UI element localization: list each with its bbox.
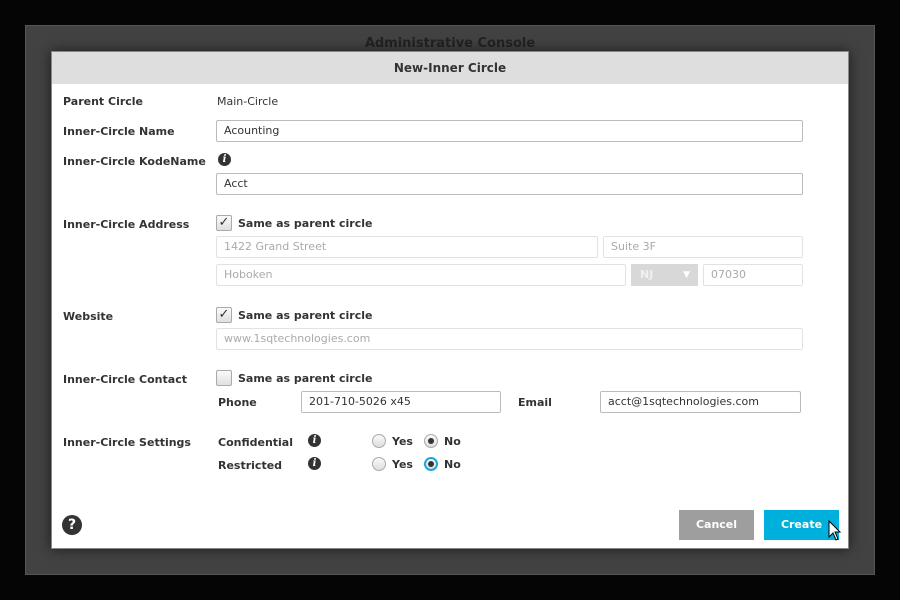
confidential-no-label: No [444,435,461,448]
parent-circle-value: Main-Circle [217,95,279,108]
confidential-label: Confidential [218,436,294,449]
website-label: Website [63,310,114,323]
contact-same-checkbox[interactable] [216,370,232,386]
name-label: Inner-Circle Name [63,125,175,138]
new-inner-circle-dialog: New-Inner Circle Parent Circle Main-Circ… [51,51,849,549]
state-value: NJ [640,268,654,281]
state-select[interactable]: NJ ▼ [631,264,698,286]
suite-input[interactable]: Suite 3F [603,236,803,258]
website-same-checkbox[interactable]: ✓ [216,307,232,323]
restricted-yes-label: Yes [392,458,413,471]
restricted-no-label: No [444,458,461,471]
restricted-label: Restricted [218,459,283,472]
street-input[interactable]: 1422 Grand Street [216,236,598,258]
phone-label: Phone [218,396,257,409]
question-circle-icon[interactable]: ? [62,515,82,535]
address-same-label: Same as parent circle [238,217,373,230]
phone-input[interactable]: 201-710-5026 x45 [301,391,501,413]
settings-label: Inner-Circle Settings [63,436,191,449]
restricted-no-radio[interactable] [424,457,438,471]
dialog-title: New-Inner Circle [52,52,848,84]
address-label: Inner-Circle Address [63,218,190,231]
kodename-label: Inner-Circle KodeName [63,155,206,168]
website-same-label: Same as parent circle [238,309,373,322]
email-input[interactable]: acct@1sqtechnologies.com [600,391,801,413]
confidential-yes-radio[interactable] [372,434,386,448]
confidential-info-icon[interactable]: i [308,434,321,447]
city-input[interactable]: Hoboken [216,264,626,286]
mouse-cursor-icon [828,520,842,541]
info-icon[interactable]: i [218,153,231,166]
restricted-info-icon[interactable]: i [308,457,321,470]
console-title: Administrative Console [364,36,536,51]
cancel-button[interactable]: Cancel [679,510,754,540]
contact-same-label: Same as parent circle [238,372,373,385]
restricted-yes-radio[interactable] [372,457,386,471]
confidential-yes-label: Yes [392,435,413,448]
zip-input[interactable]: 07030 [703,264,803,286]
contact-label: Inner-Circle Contact [63,373,187,386]
email-label: Email [518,396,552,409]
confidential-no-radio[interactable] [424,434,438,448]
website-input[interactable]: www.1sqtechnologies.com [216,328,803,350]
kodename-input[interactable]: Acct [216,173,803,195]
name-input[interactable]: Acounting [216,120,803,142]
chevron-down-icon: ▼ [683,270,690,280]
address-same-checkbox[interactable]: ✓ [216,215,232,231]
parent-circle-label: Parent Circle [63,95,144,108]
